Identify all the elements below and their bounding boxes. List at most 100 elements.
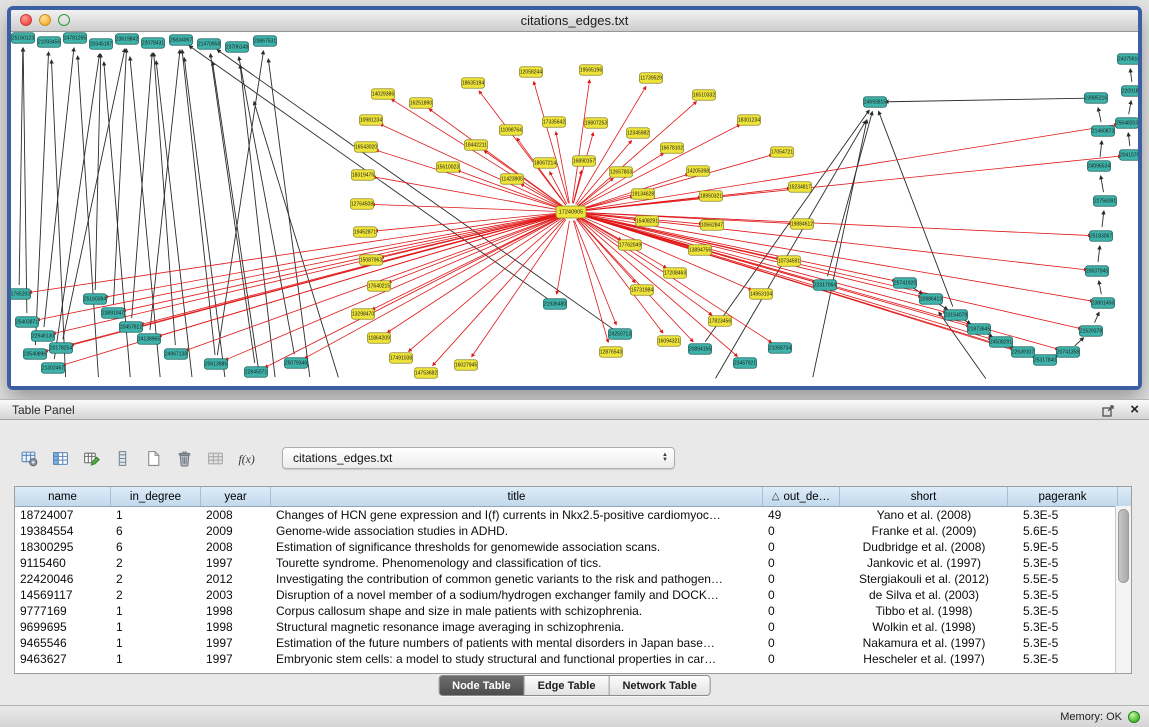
graph-node[interactable]: 24375610 <box>1118 54 1139 65</box>
column-header-in_degree[interactable]: in_degree <box>111 487 201 506</box>
graph-node[interactable]: 19807253 <box>585 118 608 129</box>
graph-node[interactable]: 12058244 <box>520 67 543 78</box>
network-canvas[interactable]: 2516012321093456247812652034518723619842… <box>11 32 1138 386</box>
close-panel-icon[interactable]: × <box>1130 401 1139 419</box>
graph-node[interactable]: 18067214 <box>534 158 557 169</box>
graph-node[interactable]: 19565196 <box>580 65 603 76</box>
float-panel-icon[interactable] <box>1102 404 1115 417</box>
network-window-titlebar[interactable]: citations_edges.txt <box>11 10 1138 32</box>
column-header-pagerank[interactable]: pagerank <box>1008 487 1118 506</box>
graph-node[interactable]: 18950321 <box>700 191 723 202</box>
graph-node[interactable]: 22845071 <box>245 367 268 378</box>
graph-node[interactable]: 12764508 <box>351 199 374 210</box>
graph-node[interactable]: 23801456 <box>1092 298 1115 309</box>
graph-node[interactable]: 18319476 <box>352 170 375 181</box>
graph-node[interactable]: 25834067 <box>170 35 193 46</box>
graph-node[interactable]: 24967138 <box>165 349 188 360</box>
graph-node[interactable]: 13894756 <box>689 245 712 256</box>
table-row[interactable]: 2242004622012Investigating the contribut… <box>15 571 1131 587</box>
graph-node[interactable]: 21936480 <box>544 299 567 310</box>
graph-node[interactable]: 21873645 <box>968 324 991 335</box>
graph-node[interactable]: 16251890 <box>410 98 433 109</box>
graph-node[interactable]: 11423905 <box>501 174 524 185</box>
graph-node[interactable]: 10734591 <box>778 256 801 267</box>
graph-node[interactable]: 15087963 <box>360 255 383 266</box>
column-header-title[interactable]: title <box>271 487 763 506</box>
graph-node[interactable]: 14029386 <box>372 89 395 100</box>
network-table-select[interactable]: citations_edges.txt ▲▼ <box>282 447 675 469</box>
tab-edge-table[interactable]: Edge Table <box>524 676 609 695</box>
graph-node[interactable]: 12876543 <box>600 347 623 358</box>
graph-node[interactable]: 24693815 <box>864 97 887 108</box>
graph-node[interactable]: 11098764 <box>500 125 523 136</box>
graph-node[interactable]: 23891047 <box>102 308 125 319</box>
graph-node[interactable]: 12345982 <box>627 128 650 139</box>
graph-node[interactable]: 25317840 <box>1034 355 1057 366</box>
graph-node[interactable]: 25741920 <box>894 278 917 289</box>
edit-table-button[interactable] <box>78 446 104 470</box>
graph-node[interactable]: 23706148 <box>226 42 249 53</box>
tab-network-table[interactable]: Network Table <box>608 676 709 695</box>
column-header-short[interactable]: short <box>840 487 1008 506</box>
graph-node[interactable]: 23540896 <box>24 349 47 360</box>
graph-node[interactable]: 16094321 <box>658 336 681 347</box>
graph-node[interactable]: 20741358 <box>1057 347 1080 358</box>
graph-node[interactable]: 12657803 <box>610 167 633 178</box>
table-row[interactable]: 977716911998Corpus callosum shape and si… <box>15 603 1131 619</box>
select-column-button[interactable] <box>109 446 135 470</box>
table-row[interactable]: 946554611997Estimation of the future num… <box>15 635 1131 651</box>
column-header-year[interactable]: year <box>201 487 271 506</box>
graph-node[interactable]: 17491038 <box>390 353 413 364</box>
column-header-name[interactable]: name <box>15 487 111 506</box>
graph-node[interactable]: 16678102 <box>661 143 684 154</box>
graph-node[interactable]: 19134628 <box>632 189 655 200</box>
tab-node-table[interactable]: Node Table <box>439 676 523 695</box>
graph-node[interactable]: 20345187 <box>90 39 113 50</box>
graph-node[interactable]: 22091847 <box>1122 86 1139 97</box>
graph-node[interactable]: 25648203 <box>1116 118 1139 129</box>
new-document-button[interactable] <box>140 446 166 470</box>
graph-node[interactable]: 22946130 <box>32 331 55 342</box>
graph-node[interactable]: 20613985 <box>205 359 228 370</box>
scrollbar-thumb[interactable] <box>1118 509 1129 583</box>
graph-node[interactable]: 21470958 <box>198 39 221 50</box>
graph-node[interactable]: 16027945 <box>455 360 478 371</box>
table-row[interactable]: 1872400712008Changes of HCN gene express… <box>15 507 1131 523</box>
graph-node[interactable]: 19884612 <box>791 219 814 230</box>
table-row[interactable]: 1938455462009Genome-wide association stu… <box>15 523 1131 539</box>
graph-node[interactable]: 19452871 <box>354 227 377 238</box>
table-row[interactable]: 969969511998Structural magnetic resonanc… <box>15 619 1131 635</box>
graph-node[interactable]: 23154078 <box>945 310 968 321</box>
delete-button[interactable] <box>171 446 197 470</box>
graph-node[interactable]: 25403871 <box>16 317 39 328</box>
graph-node[interactable]: 20637945 <box>1086 266 1109 277</box>
graph-node[interactable]: 18301234 <box>738 115 761 126</box>
graph-node[interactable]: 20178254 <box>50 343 73 354</box>
graph-node[interactable]: 23467921 <box>734 358 757 369</box>
table-row[interactable]: 911546021997Tourette syndrome. Phenomeno… <box>15 555 1131 571</box>
graph-node[interactable]: 15731984 <box>631 285 654 296</box>
graph-node[interactable]: 17762049 <box>619 240 642 251</box>
graph-node[interactable]: 11739529 <box>640 73 663 84</box>
graph-node[interactable]: 16543020 <box>355 142 378 153</box>
graph-node[interactable]: 17823456 <box>709 316 732 327</box>
graph-node[interactable]: 10562847 <box>701 220 724 231</box>
graph-node[interactable]: 21460873 <box>1092 126 1115 137</box>
graph-node[interactable]: 22758391 <box>1094 196 1117 207</box>
graph-node[interactable]: 24250713 <box>609 329 632 340</box>
table-row[interactable]: 1456911722003Disruption of a novel membe… <box>15 587 1131 603</box>
graph-node[interactable]: 15234817 <box>789 182 812 193</box>
graph-node[interactable]: 25160394 <box>84 294 107 305</box>
graph-node[interactable]: 20867531 <box>254 36 277 47</box>
graph-node[interactable]: 24138965 <box>138 334 161 345</box>
import-table-button[interactable] <box>202 446 228 470</box>
graph-node[interactable]: 15610023 <box>437 162 460 173</box>
graph-node[interactable]: 18635194 <box>462 78 485 89</box>
graph-node[interactable]: 20457812 <box>120 322 143 333</box>
scrollbar-track[interactable] <box>1115 506 1131 673</box>
graph-node[interactable]: 16890157 <box>573 156 596 167</box>
graph-node[interactable]: 18442211 <box>465 140 488 151</box>
graph-node[interactable]: 14753682 <box>415 368 438 379</box>
graph-node[interactable]: 22317064 <box>814 280 837 291</box>
graph-node[interactable]: 22639107 <box>1012 347 1035 358</box>
